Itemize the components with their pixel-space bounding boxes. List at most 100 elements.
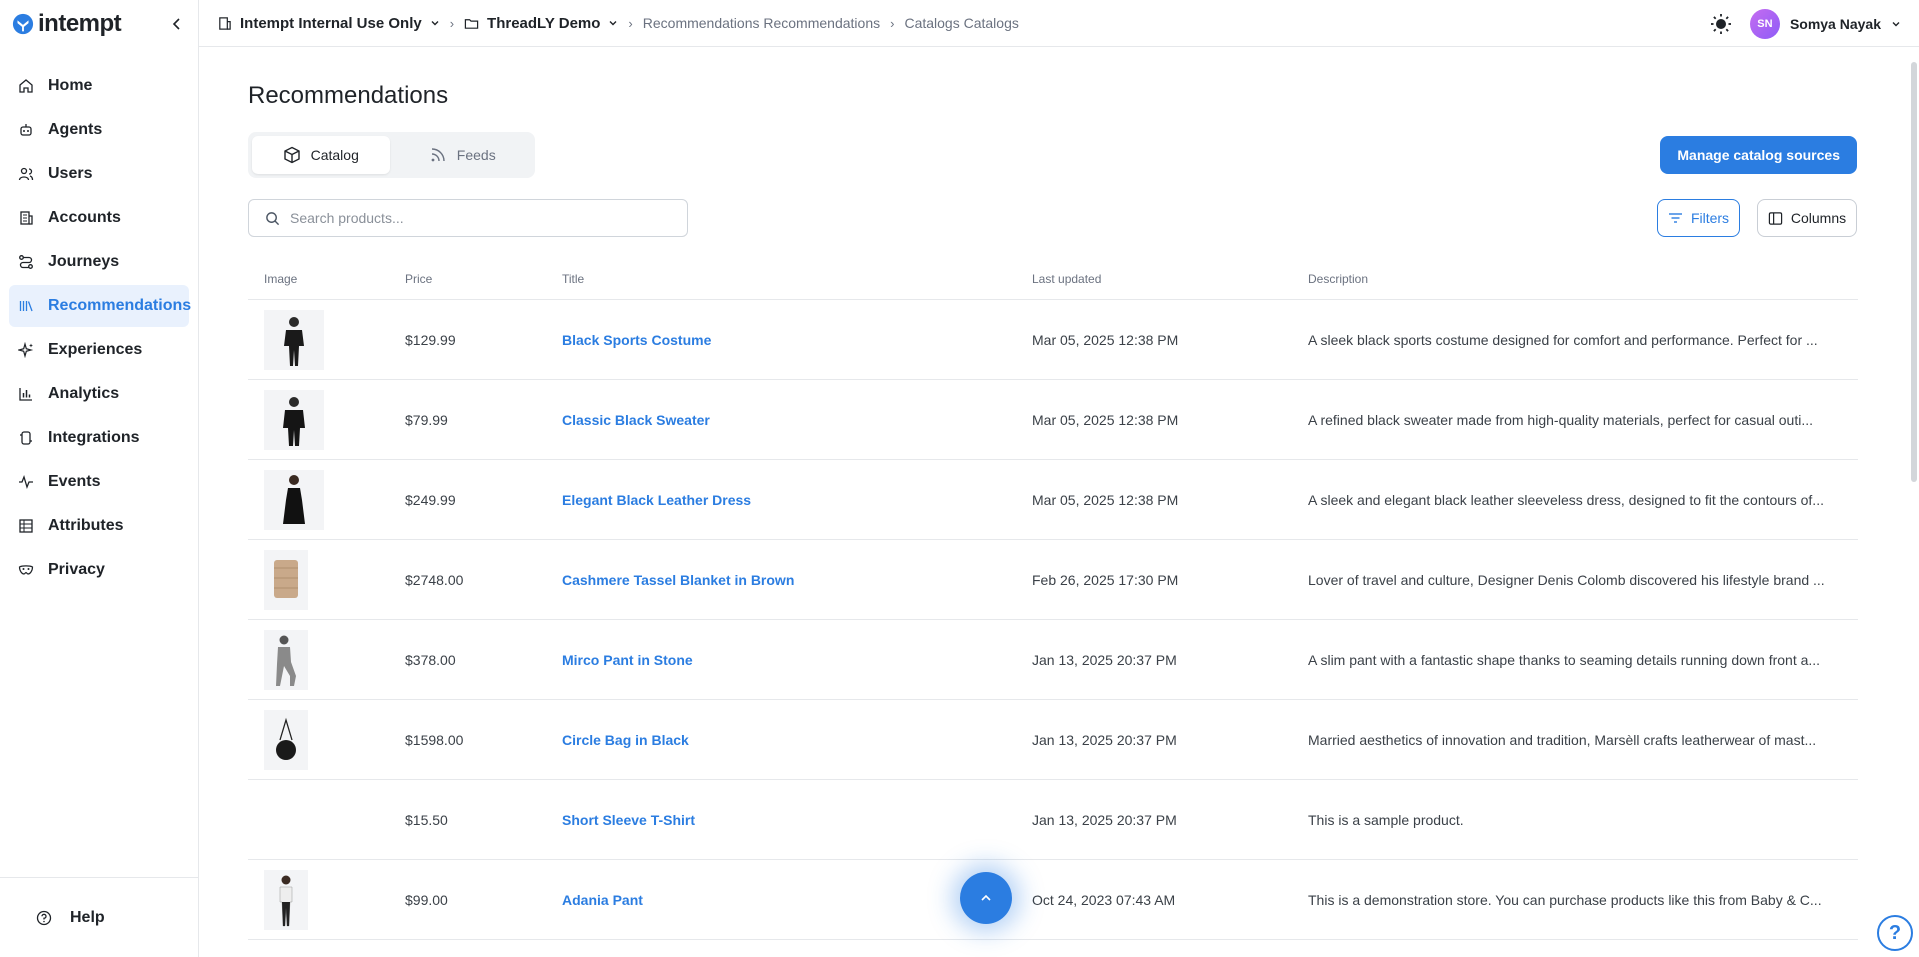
sidebar-item-agents[interactable]: Agents [9,109,189,151]
product-dress-image [283,474,305,524]
search-box [248,199,688,237]
sidebar-item-accounts[interactable]: Accounts [9,197,189,239]
help-label: Help [70,908,105,926]
sidebar-item-label: Attributes [48,517,124,534]
sparkle-icon [18,342,34,358]
product-thumbnail[interactable] [264,549,308,610]
product-title-link[interactable]: Cashmere Tassel Blanket in Brown [562,572,794,588]
mask-icon [18,565,34,575]
table-row[interactable]: $79.99 Classic Black Sweater Mar 05, 202… [248,380,1858,460]
project-selector[interactable]: ThreadLY Demo [464,15,618,32]
product-title-link[interactable]: Classic Black Sweater [562,412,710,428]
column-header-title[interactable]: Title [562,272,1032,286]
sidebar-item-experiences[interactable]: Experiences [9,329,189,371]
filters-label: Filters [1690,210,1730,226]
product-title-link[interactable]: Adania Pant [562,892,643,908]
product-person-image [284,316,304,366]
help-circle-icon [36,910,52,925]
plug-icon [20,431,32,445]
image-cell [248,629,405,690]
column-header-price[interactable]: Price [405,272,562,286]
image-cell [248,309,405,370]
user-menu[interactable]: SN Somya Nayak [1749,8,1901,39]
columns-button[interactable]: Columns [1757,199,1857,237]
sidebar-item-label: Integrations [48,429,140,446]
product-thumbnail[interactable] [264,709,308,770]
sidebar-item-recommendations[interactable]: Recommendations [9,285,191,327]
product-thumbnail[interactable] [264,309,324,370]
table-row[interactable]: $378.00 Mirco Pant in Stone Jan 13, 2025… [248,620,1858,700]
product-thumbnail[interactable] [264,389,324,450]
table-row[interactable]: $249.99 Elegant Black Leather Dress Mar … [248,460,1858,540]
sidebar-item-attributes[interactable]: Attributes [9,505,189,547]
sidebar-item-label: Accounts [48,209,121,226]
sidebar-item-users[interactable]: Users [9,153,189,195]
tab-feeds[interactable]: Feeds [394,136,532,174]
org-name: Intempt Internal Use Only [240,14,422,32]
column-header-last-updated[interactable]: Last updated [1032,272,1308,286]
product-thumbnail[interactable] [264,869,308,930]
catalog-tabs: Catalog Feeds [248,132,535,178]
building-icon [20,211,33,225]
project-name: ThreadLY Demo [487,14,601,32]
sidebar-item-integrations[interactable]: Integrations [9,417,189,459]
table-icon [19,519,33,533]
page-scrollbar[interactable] [1911,62,1917,482]
product-title-link[interactable]: Black Sports Costume [562,332,711,348]
updated-cell: Mar 05, 2025 12:38 PM [1032,331,1179,348]
chevron-up-icon [981,894,991,901]
scroll-to-top-button[interactable] [960,872,1012,924]
org-selector[interactable]: Intempt Internal Use Only [217,15,440,32]
collapse-sidebar-button[interactable] [168,15,186,33]
chevron-down-icon [609,21,617,26]
product-title-link[interactable]: Elegant Black Leather Dress [562,492,751,508]
updated-cell: Oct 24, 2023 07:43 AM [1032,891,1176,908]
help-widget-button[interactable]: ? [1877,915,1913,951]
sidebar-item-label: Analytics [48,385,120,402]
filters-button[interactable]: Filters [1657,199,1740,237]
sidebar-item-events[interactable]: Events [9,461,189,503]
tab-catalog[interactable]: Catalog [252,136,390,174]
user-name: Somya Nayak [1789,15,1881,32]
table-row[interactable]: $129.99 Black Sports Costume Mar 05, 202… [248,300,1858,380]
breadcrumb-recommendations[interactable]: Recommendations Recommendations [643,15,880,31]
logo[interactable]: intempt [12,10,122,38]
library-icon [19,301,33,312]
breadcrumb-separator-icon: › [449,15,455,31]
sidebar-item-label: Agents [48,121,103,138]
product-person-image [283,396,305,446]
manage-catalog-sources-button[interactable]: Manage catalog sources [1660,136,1857,174]
table-row[interactable]: $2748.00 Cashmere Tassel Blanket in Brow… [248,540,1858,620]
product-thumbnail[interactable] [264,469,324,530]
product-title-link[interactable]: Circle Bag in Black [562,732,689,748]
column-header-description[interactable]: Description [1308,272,1858,286]
sun-icon[interactable] [1710,13,1732,35]
updated-cell: Jan 13, 2025 20:37 PM [1032,731,1177,748]
sidebar-item-label: Journeys [48,253,120,270]
sidebar-item-label: Privacy [48,561,105,578]
sidebar-nav: Home Agents Users Accounts Journeys Reco… [0,47,198,591]
sidebar-item-home[interactable]: Home [9,65,189,107]
columns-icon [1768,211,1783,225]
sidebar-item-journeys[interactable]: Journeys [9,241,189,283]
search-input[interactable] [290,210,650,226]
columns-label: Columns [1790,210,1847,226]
product-thumbnail[interactable] [264,629,308,690]
sidebar-item-label: Users [48,165,93,182]
table-row[interactable]: $15.50 Short Sleeve T-Shirt Jan 13, 2025… [248,780,1858,860]
table-row[interactable]: $1598.00 Circle Bag in Black Jan 13, 202… [248,700,1858,780]
breadcrumb-catalogs[interactable]: Catalogs Catalogs [904,15,1018,31]
building-icon [219,16,231,30]
logo-row: intempt [0,0,198,47]
product-title-link[interactable]: Mirco Pant in Stone [562,652,693,668]
description-cell: This is a demonstration store. You can p… [1308,891,1822,908]
product-title-link[interactable]: Short Sleeve T-Shirt [562,812,695,828]
table-row[interactable]: $99.00 Adania Pant Oct 24, 2023 07:43 AM… [248,860,1858,940]
sidebar-item-analytics[interactable]: Analytics [9,373,189,415]
column-header-image[interactable]: Image [248,272,405,286]
users-icon [18,167,34,181]
price-cell: $249.99 [405,491,456,508]
sidebar-item-privacy[interactable]: Privacy [9,549,189,591]
image-cell [248,469,405,530]
help-button[interactable]: Help [0,877,198,957]
